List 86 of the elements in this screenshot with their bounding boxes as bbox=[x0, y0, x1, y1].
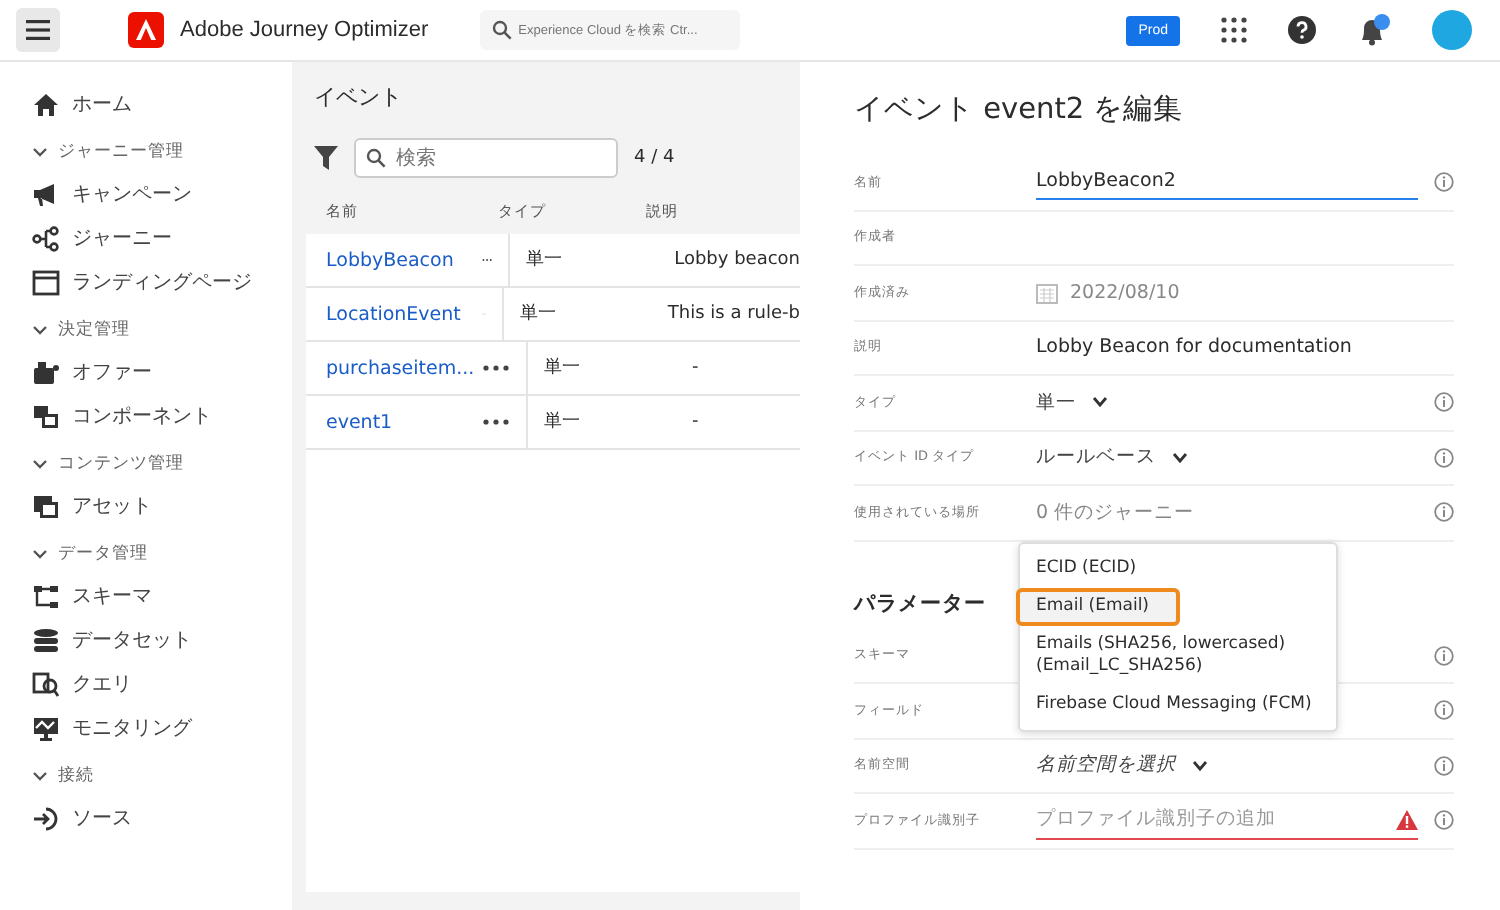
event-name-link[interactable]: LobbyBeacon bbox=[306, 249, 482, 271]
page-icon bbox=[32, 269, 60, 295]
event-name-link[interactable]: event1 bbox=[306, 411, 482, 433]
apps-grid-icon[interactable] bbox=[1220, 16, 1248, 44]
chevron-icon bbox=[1172, 451, 1188, 464]
source-icon bbox=[32, 805, 60, 831]
info-icon[interactable] bbox=[1434, 755, 1454, 776]
chevron-icon bbox=[32, 144, 48, 160]
component-icon bbox=[32, 403, 60, 429]
dropdown[interactable]: 名前空間を選択 bbox=[1036, 752, 1208, 779]
help-icon[interactable] bbox=[1288, 16, 1316, 44]
table-cell: 単一 bbox=[526, 396, 676, 448]
sidebar-item[interactable]: ジャーニー bbox=[32, 216, 292, 260]
notification-bell-icon[interactable] bbox=[1356, 14, 1392, 46]
menu-option[interactable]: Email (Email) bbox=[1016, 588, 1180, 627]
field-value: Lobby Beacon for documentation bbox=[1036, 336, 1352, 359]
chevron-icon bbox=[32, 456, 48, 472]
table-cell-text: - bbox=[690, 412, 699, 432]
search-icon bbox=[366, 148, 386, 168]
branch-icon bbox=[32, 225, 60, 251]
sidebar-item[interactable]: クエリ bbox=[32, 662, 292, 706]
table-cell: 単一 bbox=[508, 234, 659, 286]
sidebar-item[interactable]: ホーム bbox=[32, 82, 292, 126]
sidebar-item[interactable]: アセット bbox=[32, 484, 292, 528]
result-count: 4 / 4 bbox=[634, 148, 675, 168]
dropdown[interactable]: 単一 bbox=[1036, 389, 1108, 416]
sidebar-item[interactable]: ランディングページ bbox=[32, 260, 292, 304]
field-value: 0 件のジャーニー bbox=[1036, 499, 1195, 526]
chevron-icon bbox=[32, 768, 48, 784]
monitor-icon bbox=[32, 715, 60, 741]
sidebar-item[interactable]: スキーマ bbox=[32, 574, 292, 618]
menu-option[interactable]: Firebase Cloud Messaging (FCM) bbox=[1020, 686, 1336, 725]
chevron-icon bbox=[32, 546, 48, 562]
table-cell-text: Lobby beacon bbox=[672, 250, 800, 270]
sidebar-item[interactable]: データセット bbox=[32, 618, 292, 662]
event-name-link[interactable]: purchaseitem... bbox=[306, 357, 482, 379]
info-icon[interactable] bbox=[1434, 502, 1454, 523]
sidebar-item[interactable]: ソース bbox=[32, 796, 292, 840]
info-icon[interactable] bbox=[1434, 700, 1454, 721]
asset-icon bbox=[32, 493, 60, 519]
offer-icon bbox=[32, 359, 60, 385]
app-title: Adobe Journey Optimizer bbox=[180, 18, 429, 42]
app-logo-icon bbox=[128, 12, 164, 48]
filter-icon[interactable] bbox=[314, 146, 338, 170]
query-icon bbox=[32, 671, 60, 697]
sidebar-section[interactable]: 決定管理 bbox=[32, 310, 292, 350]
event-name-link[interactable]: LocationEvent bbox=[306, 303, 482, 325]
sidebar-section[interactable]: ジャーニー管理 bbox=[32, 132, 292, 172]
menu-icon bbox=[26, 20, 50, 40]
sidebar-item[interactable]: オファー bbox=[32, 350, 292, 394]
menu-option[interactable]: ECID (ECID) bbox=[1020, 550, 1336, 589]
name-input-field[interactable]: LobbyBeacon2 bbox=[1036, 164, 1418, 201]
info-icon[interactable] bbox=[1434, 447, 1454, 468]
chevron-icon bbox=[1192, 759, 1208, 772]
sidebar-section[interactable]: 接続 bbox=[32, 756, 292, 796]
sidebar-item[interactable]: コンポーネント bbox=[32, 394, 292, 438]
sidebar-section[interactable]: データ管理 bbox=[32, 534, 292, 574]
search-icon bbox=[492, 20, 513, 40]
sidebar-item[interactable]: キャンペーン bbox=[32, 172, 292, 216]
editor-title: イベント event2 を編集 bbox=[854, 92, 1186, 128]
table-cell-text: - bbox=[690, 358, 699, 378]
table-cell: 単一 bbox=[526, 342, 676, 394]
calendar-icon bbox=[1036, 281, 1058, 304]
megaphone-icon bbox=[32, 181, 60, 207]
schema-icon bbox=[32, 583, 60, 609]
chevron-icon bbox=[32, 322, 48, 338]
info-icon[interactable] bbox=[1434, 810, 1454, 831]
sidebar-section[interactable]: コンテンツ管理 bbox=[32, 444, 292, 484]
avatar-icon[interactable] bbox=[1432, 10, 1472, 50]
table-cell-text: This is a rule-b bbox=[665, 304, 800, 324]
dataset-icon bbox=[32, 627, 60, 653]
events-title: イベント bbox=[314, 82, 404, 112]
field-value: 2022/08/10 bbox=[1070, 281, 1180, 304]
info-icon[interactable] bbox=[1434, 392, 1454, 413]
warning-icon bbox=[1396, 809, 1418, 830]
home-icon bbox=[32, 91, 60, 117]
menu-button[interactable] bbox=[16, 8, 60, 52]
chevron-icon bbox=[1092, 396, 1108, 409]
dropdown[interactable]: ルールベース bbox=[1036, 444, 1188, 471]
menu-option[interactable]: Emails (SHA256, lowercased) (Email_LC_SHA256) bbox=[1020, 626, 1336, 687]
info-icon[interactable] bbox=[1434, 172, 1454, 193]
search-field[interactable]: 検索 bbox=[354, 138, 618, 178]
info-icon[interactable] bbox=[1434, 645, 1454, 666]
section-heading: パラメーター bbox=[854, 589, 986, 617]
sidebar-item[interactable]: モニタリング bbox=[32, 706, 292, 750]
table-cell: 単一 bbox=[501, 288, 652, 340]
